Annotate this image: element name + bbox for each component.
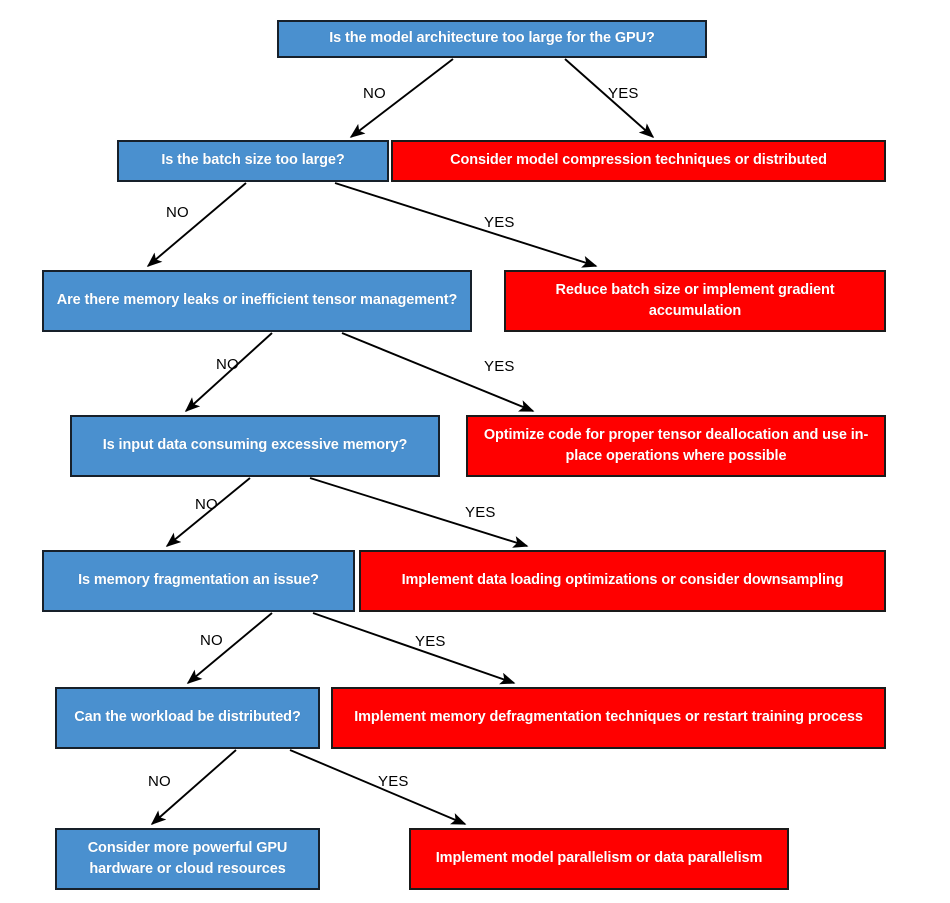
decision-node-a6[interactable]: Consider more powerful GPU hardware or c… (55, 828, 320, 890)
decision-node-q3[interactable]: Are there memory leaks or inefficient te… (42, 270, 472, 332)
node-label: Are there memory leaks or inefficient te… (56, 292, 458, 309)
action-node-a1[interactable]: Consider model compression techniques or… (391, 140, 886, 182)
decision-node-q2[interactable]: Is the batch size too large? (117, 140, 389, 182)
node-label: Reduce batch size or implement gradient … (555, 281, 835, 319)
edge-arrow-q2-to-q3 (146, 182, 247, 267)
edge-label-q6-to-a6: NO (148, 773, 171, 790)
edge-label-q4-to-a4: YES (465, 504, 496, 521)
edge-label-q3-to-a3: YES (484, 358, 515, 375)
action-node-a7[interactable]: Implement model parallelism or data para… (409, 828, 789, 890)
edge-arrow-q5-to-a5 (312, 612, 516, 685)
decision-node-q1[interactable]: Is the model architecture too large for … (277, 20, 707, 58)
flowchart-canvas: Is the model architecture too large for … (0, 0, 950, 903)
node-label: Implement memory defragmentation techniq… (354, 709, 863, 726)
action-node-a5[interactable]: Implement memory defragmentation techniq… (331, 687, 886, 749)
decision-node-q6[interactable]: Can the workload be distributed? (55, 687, 320, 749)
edge-label-q6-to-a7: YES (378, 773, 409, 790)
edge-label-q1-to-q2: NO (363, 85, 386, 102)
node-label: Implement data loading optimizations or … (401, 572, 844, 589)
action-node-a3[interactable]: Optimize code for proper tensor dealloca… (466, 415, 886, 477)
edge-label-q5-to-a5: YES (415, 633, 446, 650)
edge-label-q1-to-a1: YES (608, 85, 639, 102)
decision-node-q4[interactable]: Is input data consuming excessive memory… (70, 415, 440, 477)
node-label: Optimize code for proper tensor dealloca… (483, 426, 869, 464)
edge-label-q5-to-q6: NO (200, 632, 223, 649)
edge-label-q2-to-q3: NO (166, 204, 189, 221)
node-label: Is the batch size too large? (161, 152, 345, 169)
node-label: Is memory fragmentation an issue? (78, 572, 319, 589)
action-node-a2[interactable]: Reduce batch size or implement gradient … (504, 270, 886, 332)
node-label: Is the model architecture too large for … (329, 30, 655, 47)
node-label: Implement model parallelism or data para… (435, 850, 763, 867)
action-node-a4[interactable]: Implement data loading optimizations or … (359, 550, 886, 612)
edge-label-q4-to-q5: NO (195, 496, 218, 513)
node-label: Consider model compression techniques or… (450, 152, 827, 169)
node-label: Is input data consuming excessive memory… (102, 437, 408, 454)
node-label: Can the workload be distributed? (74, 709, 301, 726)
edge-label-q3-to-q4: NO (216, 356, 239, 373)
edge-arrow-q2-to-a2 (334, 182, 598, 268)
edge-label-q2-to-a2: YES (484, 214, 515, 231)
decision-node-q5[interactable]: Is memory fragmentation an issue? (42, 550, 355, 612)
node-label: Consider more powerful GPU hardware or c… (87, 839, 288, 877)
